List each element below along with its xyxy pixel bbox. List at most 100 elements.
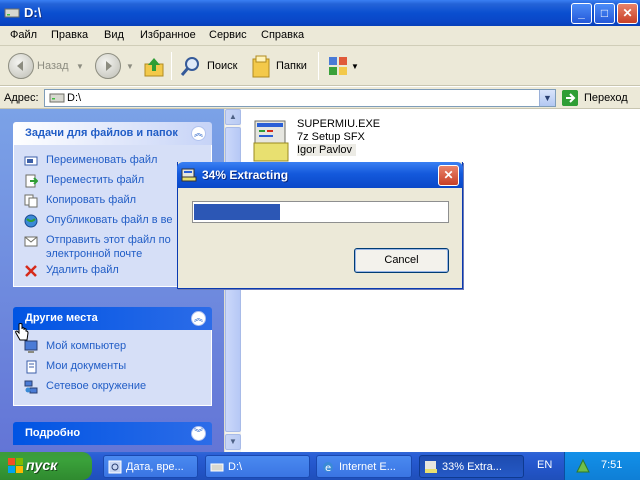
delete-icon <box>25 265 37 277</box>
start-button[interactable]: пуск <box>0 452 92 480</box>
folders-button[interactable]: Папки <box>276 60 307 72</box>
menu-file[interactable]: Файл <box>10 29 37 41</box>
forward-button[interactable] <box>95 53 121 79</box>
forward-dropdown-icon[interactable]: ▼ <box>126 62 134 71</box>
dialog-title: 34% Extracting <box>202 168 289 182</box>
close-button[interactable]: ✕ <box>617 3 638 24</box>
drive-icon <box>49 93 65 103</box>
drive-icon <box>210 463 224 472</box>
views-icon[interactable] <box>327 55 351 79</box>
menu-view[interactable]: Вид <box>104 29 124 41</box>
file-author: Igor Pavlov <box>297 144 357 156</box>
file-description: 7z Setup SFX <box>297 131 365 143</box>
taskbar-item-extracting[interactable]: 33% Extra... <box>419 455 524 478</box>
expand-icon[interactable]: ︾ <box>191 426 206 441</box>
taskbar-item-date-time[interactable]: Дата, вре... <box>103 455 198 478</box>
taskbar-item-explorer[interactable]: D:\ <box>205 455 310 478</box>
svg-text:e: e <box>325 463 331 474</box>
taskbar-item-label: D:\ <box>228 461 243 473</box>
dialog-close-button[interactable]: ✕ <box>438 165 459 186</box>
menu-bar: Файл Правка Вид Избранное Сервис Справка <box>0 26 640 46</box>
up-folder-icon[interactable] <box>143 56 165 78</box>
publish-icon <box>24 214 38 228</box>
taskbar: пуск Дата, вре... D:\ e Internet E... 33… <box>0 452 640 480</box>
hand-cursor-icon <box>15 323 29 341</box>
taskbar-item-label: Дата, вре... <box>126 461 184 473</box>
go-icon[interactable] <box>562 90 578 106</box>
extract-progress-bar <box>192 201 449 223</box>
copy-icon <box>24 194 38 208</box>
toolbar-separator <box>318 52 319 80</box>
file-name[interactable]: SUPERMIU.EXE <box>297 118 380 130</box>
address-bar: Адрес: D:\ ▼ Переход <box>0 87 640 109</box>
extract-dialog: 34% Extracting ✕ Cancel <box>177 162 463 289</box>
scroll-down-icon[interactable]: ▼ <box>225 434 241 450</box>
forward-arrow-icon <box>106 61 112 71</box>
minimize-button[interactable]: _ <box>571 3 592 24</box>
scroll-up-icon[interactable]: ▲ <box>225 109 241 125</box>
window-title-bar[interactable]: D:\ _ □ ✕ <box>0 0 640 26</box>
taskbar-item-internet-explorer[interactable]: e Internet E... <box>316 455 412 478</box>
menu-edit[interactable]: Правка <box>51 29 88 41</box>
move-icon <box>25 174 38 188</box>
menu-help[interactable]: Справка <box>261 29 304 41</box>
task-email-label: Отправить этот файл по <box>46 234 171 246</box>
address-label: Адрес: <box>4 92 39 104</box>
places-group-body: Мой компьютер Мои документы Сетевое окру… <box>13 330 212 406</box>
window-title: D:\ <box>24 5 42 20</box>
details-group-header[interactable]: Подробно ︾ <box>13 422 212 445</box>
back-button[interactable] <box>8 53 34 79</box>
maximize-button[interactable]: □ <box>594 3 615 24</box>
my-documents-icon <box>26 360 37 374</box>
dialog-title-bar[interactable]: 34% Extracting ✕ <box>177 162 463 188</box>
task-delete-label: Удалить файл <box>46 264 119 276</box>
tasks-group-title: Задачи для файлов и папок <box>25 127 178 139</box>
email-icon <box>24 236 38 247</box>
rename-icon <box>24 156 38 166</box>
task-publish-label: Опубликовать файл в ве <box>46 214 173 226</box>
internet-explorer-icon: e <box>323 462 333 474</box>
places-group-title: Другие места <box>25 312 98 324</box>
back-dropdown-icon[interactable]: ▼ <box>76 62 84 71</box>
installer-icon <box>425 461 437 473</box>
task-email-label-line2: электронной почте <box>46 248 143 260</box>
views-dropdown-icon[interactable]: ▼ <box>351 62 359 71</box>
place-my-computer-label: Мой компьютер <box>46 340 127 352</box>
clock-window-icon <box>108 460 122 474</box>
tray-app-icon[interactable] <box>575 458 591 474</box>
task-rename-label: Переименовать файл <box>46 154 158 166</box>
system-tray: 7:51 <box>564 452 640 480</box>
place-network-label: Сетевое окружение <box>46 380 147 392</box>
task-move-label: Переместить файл <box>46 174 145 186</box>
installer-icon <box>181 168 197 182</box>
progress-fill <box>194 204 280 220</box>
back-label: Назад <box>37 60 69 72</box>
language-indicator[interactable]: EN <box>537 459 552 471</box>
menu-favorites[interactable]: Избранное <box>140 29 196 41</box>
search-icon[interactable] <box>180 56 202 78</box>
taskbar-item-label: Internet E... <box>339 461 396 473</box>
task-copy-label: Копировать файл <box>46 194 137 206</box>
folders-icon[interactable] <box>250 55 272 79</box>
address-dropdown-icon[interactable]: ▼ <box>539 90 555 106</box>
start-label: пуск <box>26 457 58 473</box>
go-button[interactable]: Переход <box>584 92 628 104</box>
back-arrow-icon <box>17 61 23 71</box>
taskbar-item-label: 33% Extra... <box>442 461 502 473</box>
drive-icon <box>4 8 20 18</box>
installer-icon[interactable] <box>253 115 293 163</box>
place-my-documents-label: Мои документы <box>46 360 127 372</box>
address-value: D:\ <box>67 92 82 104</box>
toolbar-separator <box>171 52 172 80</box>
network-icon <box>24 380 38 394</box>
details-group-title: Подробно <box>25 427 81 439</box>
search-button[interactable]: Поиск <box>207 60 237 72</box>
cancel-button[interactable]: Cancel <box>354 248 449 273</box>
menu-tools[interactable]: Сервис <box>209 29 247 41</box>
collapse-icon[interactable]: ︽ <box>191 311 206 326</box>
address-input[interactable]: D:\ ▼ <box>44 89 556 107</box>
places-group-header[interactable]: Другие места ︽ <box>13 307 212 330</box>
collapse-icon[interactable]: ︽ <box>191 126 206 141</box>
clock[interactable]: 7:51 <box>601 459 622 471</box>
tasks-group-header[interactable]: Задачи для файлов и папок ︽ <box>13 122 212 145</box>
